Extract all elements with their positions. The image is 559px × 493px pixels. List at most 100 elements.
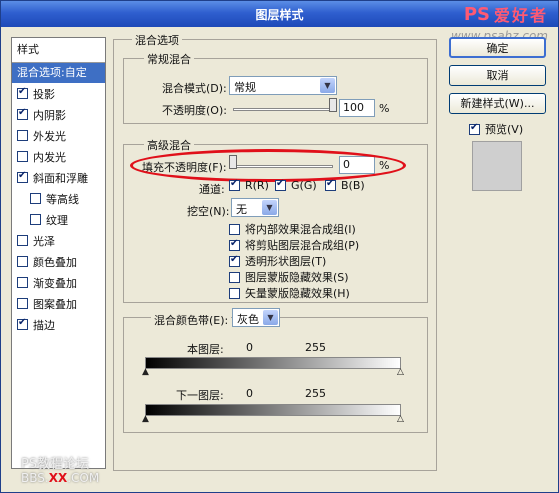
advanced-option[interactable]: 将内部效果混合成组(I) [229,221,356,237]
style-item[interactable]: 描边 [12,314,105,335]
style-item[interactable]: 颜色叠加 [12,251,105,272]
blend-if-value: 灰色 [237,313,259,326]
advanced-option[interactable]: 将剪贴图层混合成组(P) [229,237,359,253]
style-item-label: 描边 [33,318,55,332]
style-item-label: 投影 [33,87,55,101]
underlying-layer-label: 下一图层: [176,389,224,402]
underlying-white-slider[interactable]: △ [397,414,404,424]
style-item-label: 斜面和浮雕 [33,171,88,185]
blend-if-select[interactable]: 灰色 ▼ [232,308,280,327]
channel-label: G(G) [291,179,317,192]
advanced-option-checkbox[interactable] [229,223,240,235]
knockout-select[interactable]: 无 ▼ [231,198,279,217]
general-blending-title: 常规混合 [144,51,194,67]
ok-button[interactable]: 确定 [449,37,546,58]
opacity-slider-track[interactable] [233,108,333,111]
style-item[interactable]: 投影 [12,83,105,104]
opacity-label: 不透明度(O): [162,104,227,117]
style-item[interactable]: 外发光 [12,125,105,146]
this-layer-max: 255 [305,341,326,354]
advanced-option[interactable]: 图层蒙版隐藏效果(S) [229,269,349,285]
preview-checkbox[interactable] [469,122,480,135]
style-item[interactable]: 内阴影 [12,104,105,125]
style-checkbox[interactable] [17,170,28,183]
channel-label: B(B) [341,179,365,192]
opacity-slider-thumb[interactable] [329,98,337,112]
style-item-label: 图案叠加 [33,297,77,311]
watermark-logo-ps: PS [463,3,490,25]
channels-label: 通道: [199,183,225,196]
style-item[interactable]: 图案叠加 [12,293,105,314]
this-layer-label: 本图层: [187,343,224,356]
style-item[interactable]: 渐变叠加 [12,272,105,293]
style-checkbox[interactable] [17,107,28,120]
cancel-button[interactable]: 取消 [449,65,546,86]
advanced-option[interactable]: 矢量蒙版隐藏效果(H) [229,285,350,301]
channel-toggle[interactable]: R(R) [229,178,269,192]
blending-options-title: 混合选项 [132,32,182,48]
blend-if-label: 混合颜色带(E): [151,312,232,328]
chevron-down-icon[interactable]: ▼ [263,310,278,325]
chevron-down-icon[interactable]: ▼ [320,78,335,93]
advanced-option-checkbox[interactable] [229,287,240,299]
underlying-layer-gradient[interactable] [145,404,401,416]
style-item[interactable]: 光泽 [12,230,105,251]
style-item-label: 光泽 [33,234,55,248]
underlying-black-slider[interactable]: ▲ [142,414,149,424]
styles-header[interactable]: 样式 [12,38,105,63]
style-checkbox[interactable] [17,235,28,246]
blend-mode-select[interactable]: 常规 ▼ [229,76,337,95]
style-checkbox[interactable] [17,86,28,99]
style-item[interactable]: 等高线 [12,188,105,209]
advanced-option-checkbox[interactable] [229,254,240,267]
knockout-label: 挖空(N): [187,205,230,218]
red-highlight-ellipse [130,149,406,182]
this-layer-black-slider[interactable]: ▲ [142,367,149,377]
advanced-option-label: 矢量蒙版隐藏效果(H) [245,287,350,300]
style-item-label: 外发光 [33,129,66,143]
chevron-down-icon[interactable]: ▼ [262,200,277,215]
opacity-input[interactable]: 100 [339,99,375,117]
style-checkbox[interactable] [30,193,41,204]
style-item-label: 颜色叠加 [33,255,77,269]
advanced-option-checkbox[interactable] [229,271,240,283]
style-item[interactable]: 内发光 [12,146,105,167]
underlying-layer-min: 0 [246,387,253,400]
style-item[interactable]: 斜面和浮雕 [12,167,105,188]
style-checkbox[interactable] [17,298,28,309]
style-checkbox[interactable] [17,256,28,267]
style-item-label: 渐变叠加 [33,276,77,290]
advanced-option-checkbox[interactable] [229,238,240,251]
channel-checkbox[interactable] [275,178,286,191]
style-item[interactable]: 纹理 [12,209,105,230]
style-checkbox[interactable] [17,151,28,162]
title-bar[interactable]: 图层样式 PS 爱好者 [1,1,558,27]
advanced-blending-title: 高级混合 [144,137,194,153]
layer-style-dialog: 图层样式 PS 爱好者 www.psahz.com 样式 混合选项:自定 投影内… [0,0,559,493]
this-layer-gradient[interactable] [145,357,401,369]
style-checkbox[interactable] [17,277,28,288]
style-checkbox[interactable] [30,214,41,225]
opacity-unit: % [379,102,390,115]
knockout-value: 无 [236,203,247,216]
watermark-logo-text: 爱好者 [493,6,548,25]
watermark-url-prefix: BBS. [21,471,49,485]
channel-label: R(R) [245,179,269,192]
underlying-layer-max: 255 [305,387,326,400]
channel-toggle[interactable]: G(G) [275,178,317,192]
style-item-label: 内阴影 [33,108,66,122]
advanced-option-label: 将内部效果混合成组(I) [245,223,356,236]
new-style-button[interactable]: 新建样式(W)... [449,93,546,114]
channel-checkbox[interactable] [229,178,240,191]
style-checkbox[interactable] [17,130,28,141]
advanced-option[interactable]: 透明形状图层(T) [229,253,326,269]
channel-toggle[interactable]: B(B) [325,178,365,192]
this-layer-white-slider[interactable]: △ [397,367,404,377]
style-checkbox[interactable] [17,317,28,330]
watermark-url-suffix: .COM [67,471,100,485]
preview-label: 预览(V) [485,123,524,136]
channel-checkbox[interactable] [325,178,336,191]
watermark-bottom-text: PS教程论坛 [21,457,90,472]
preview-toggle[interactable]: 预览(V) [469,121,523,137]
blending-options-item[interactable]: 混合选项:自定 [12,63,105,83]
